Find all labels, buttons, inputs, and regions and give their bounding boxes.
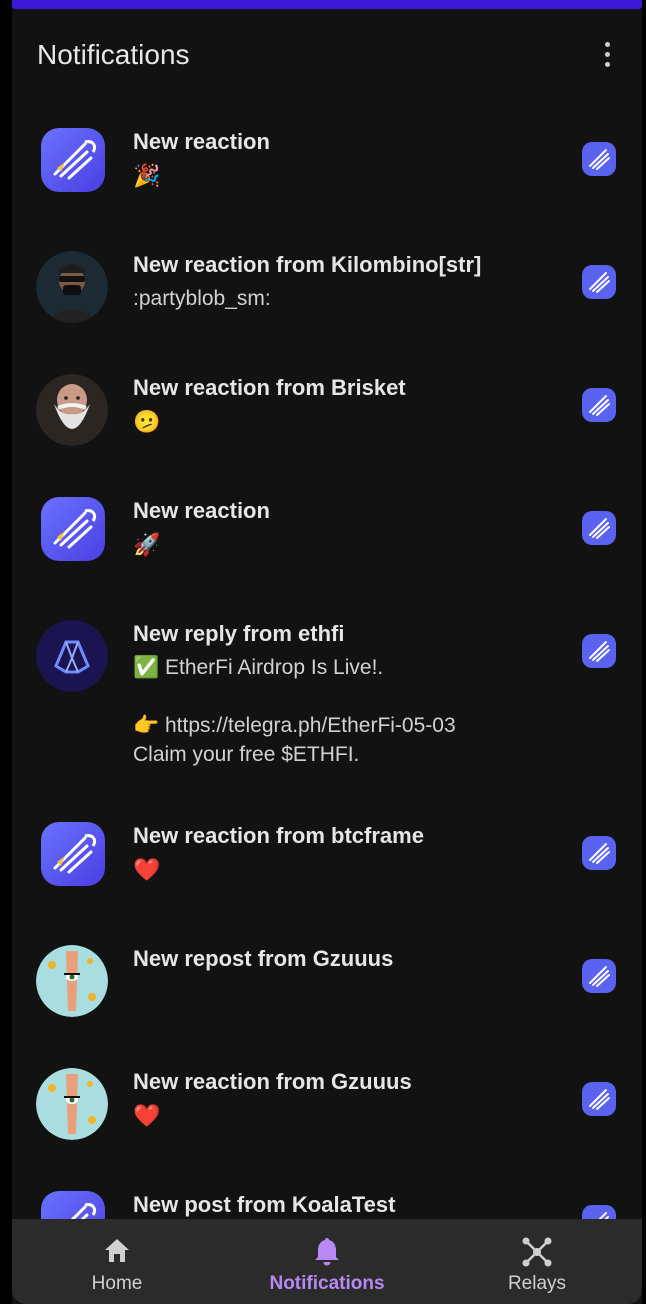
app-badge-icon	[582, 142, 616, 176]
app-badge-icon	[582, 265, 616, 299]
user-avatar	[36, 1068, 108, 1140]
nav-notifications[interactable]: Notifications	[222, 1219, 432, 1304]
more-vert-icon	[604, 41, 610, 47]
app-badge-icon	[582, 511, 616, 545]
nav-home[interactable]: Home	[12, 1219, 222, 1304]
notification-item[interactable]: New repost from Gzuuus	[12, 918, 642, 1041]
page-title: Notifications	[37, 39, 190, 70]
notification-item[interactable]: New reaction from Gzuuus ❤️	[12, 1041, 642, 1164]
notification-list[interactable]: New reaction 🎉 New reaction from Kilombi…	[12, 101, 642, 1219]
bottom-navigation: Home Notifications Relays	[12, 1219, 642, 1304]
app-badge-icon	[582, 836, 616, 870]
notification-title: New reaction	[133, 498, 270, 523]
notification-body: 🚀	[133, 532, 161, 557]
notification-body: ❤️	[133, 857, 161, 882]
notification-item[interactable]: New reaction from Kilombino[str] :partyb…	[12, 224, 642, 347]
nav-relays[interactable]: Relays	[432, 1219, 642, 1304]
app-badge-icon	[582, 634, 616, 668]
notification-title: New reaction from Kilombino[str]	[133, 252, 482, 277]
notification-title: New reply from ethfi	[133, 621, 345, 646]
top-accent-bar	[12, 0, 642, 9]
app-badge-icon	[582, 1082, 616, 1116]
notification-body: ❤️	[133, 1103, 161, 1128]
notification-title: New reaction from Brisket	[133, 375, 406, 400]
app-logo-avatar	[41, 497, 105, 561]
app-badge-icon	[582, 388, 616, 422]
notification-body: 🎉	[133, 163, 161, 188]
notifications-screen: Notifications New reaction 🎉 New reactio…	[12, 9, 642, 1304]
notification-item[interactable]: New reaction 🚀	[12, 470, 642, 593]
more-vert-icon-dot	[604, 61, 610, 67]
notification-title: New reaction	[133, 129, 270, 154]
notification-item[interactable]: New post from KoalaTest	[12, 1164, 642, 1219]
app-badge-icon	[582, 959, 616, 993]
more-options-button[interactable]	[592, 37, 622, 71]
hub-icon	[522, 1237, 552, 1267]
notification-body: :partyblob_sm:	[133, 287, 271, 310]
notification-item[interactable]: New reply from ethfi ✅ EtherFi Airdrop I…	[12, 593, 642, 796]
nav-relays-label: Relays	[507, 1273, 567, 1294]
app-logo-avatar	[41, 128, 105, 192]
nav-notifications-label: Notifications	[269, 1273, 385, 1294]
notification-item[interactable]: New reaction from btcframe ❤️	[12, 795, 642, 918]
notification-title: New post from KoalaTest	[133, 1192, 396, 1217]
user-avatar	[36, 945, 108, 1017]
app-header: Notifications	[12, 9, 642, 101]
app-logo-avatar	[41, 822, 105, 886]
notification-item[interactable]: New reaction 🎉	[12, 101, 642, 224]
notification-body: 🫤	[133, 409, 161, 434]
user-avatar	[36, 374, 108, 446]
more-vert-icon-dot	[604, 51, 610, 57]
app-logo-avatar	[41, 1191, 105, 1219]
notification-title: New reaction from btcframe	[133, 823, 424, 848]
nav-home-label: Home	[91, 1273, 143, 1294]
home-icon	[105, 1239, 129, 1262]
user-avatar	[36, 251, 108, 323]
notification-item[interactable]: New reaction from Brisket 🫤	[12, 347, 642, 470]
bell-icon	[315, 1238, 339, 1266]
app-badge-icon	[582, 1205, 616, 1219]
notification-title: New repost from Gzuuus	[133, 946, 394, 971]
notification-title: New reaction from Gzuuus	[133, 1069, 412, 1094]
notification-body: ✅ EtherFi Airdrop Is Live!. 👉 https://te…	[133, 656, 456, 766]
user-avatar	[36, 620, 108, 692]
